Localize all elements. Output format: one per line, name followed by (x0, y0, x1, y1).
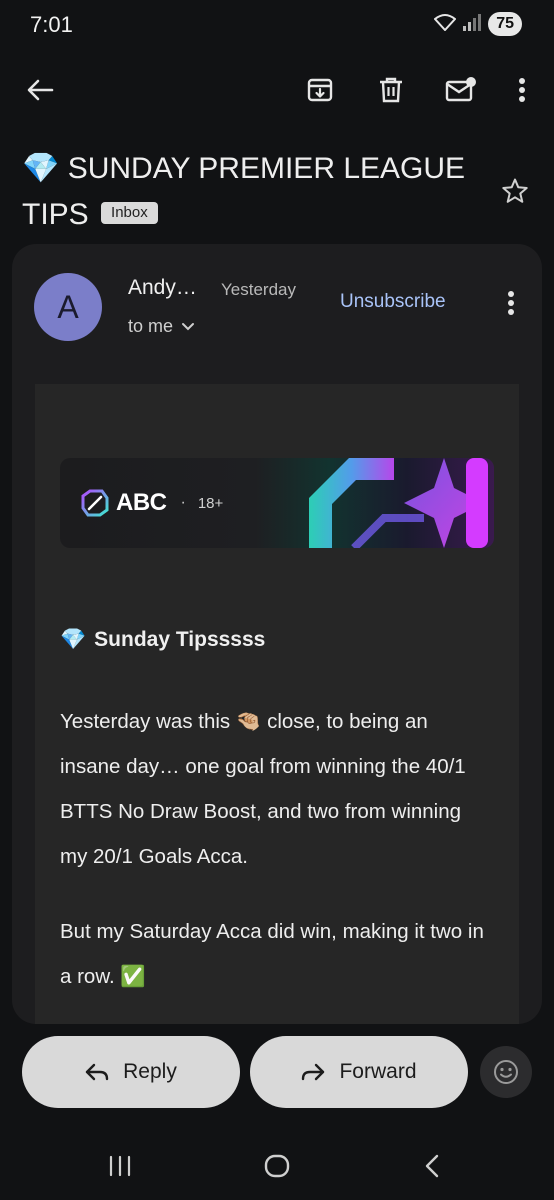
body-paragraph: But my Saturday Acca did win, making it … (60, 920, 484, 988)
forward-button[interactable]: Forward (250, 1036, 468, 1108)
banner-artwork (309, 458, 488, 548)
email-subject: 💎 SUNDAY PREMIER LEAGUE TIPS Inbox (22, 146, 472, 238)
email-screen: 7:01 75 💎 SUNDAY PREMIER LEAGUE TIPS Inb… (0, 0, 554, 1200)
more-vertical-icon[interactable] (502, 70, 542, 110)
banner-age-label: 18+ (197, 494, 224, 512)
back-icon[interactable] (20, 70, 60, 110)
status-icons: 75 (433, 12, 522, 36)
smiley-icon (494, 1060, 518, 1084)
brand-banner[interactable]: ABC · 18+ (60, 458, 494, 548)
sent-time: Yesterday (221, 280, 296, 299)
star-icon[interactable] (496, 172, 534, 210)
banner-logo: ABC · 18+ (80, 488, 223, 518)
message-more-icon[interactable] (496, 288, 526, 318)
banner-separator: · (180, 494, 186, 511)
reply-label: Reply (123, 1060, 177, 1083)
unsubscribe-link[interactable]: Unsubscribe (340, 291, 446, 313)
recipient-toggle[interactable]: to me (128, 316, 195, 337)
diamond-emoji-icon: 💎 (22, 152, 60, 185)
reply-button[interactable]: Reply (22, 1036, 240, 1108)
brand-logo-icon (81, 489, 109, 517)
inbox-label[interactable]: Inbox (101, 202, 158, 225)
banner-brand: ABC (116, 489, 167, 516)
mark-unread-icon[interactable] (441, 70, 481, 110)
archive-icon[interactable] (300, 70, 340, 110)
back-nav-icon[interactable] (412, 1150, 452, 1182)
signal-icon (462, 13, 482, 36)
emoji-reaction-button[interactable] (480, 1046, 532, 1098)
system-nav-bar (0, 1134, 554, 1200)
action-bar: Reply Forward (0, 1024, 554, 1134)
sender-name[interactable]: Andy… (128, 276, 197, 300)
diamond-emoji-icon: 💎 (60, 628, 87, 651)
recent-apps-icon[interactable] (100, 1150, 140, 1182)
email-body: ABC · 18+ 💎 Sunday Tipsssss Yesterday wa… (35, 384, 519, 1024)
status-time: 7:01 (30, 12, 73, 37)
message-card: A Andy… Yesterday to me Unsubscribe ABC … (12, 244, 542, 1024)
toolbar (0, 60, 554, 120)
body-heading: 💎 Sunday Tipsssss (60, 628, 265, 652)
sender-avatar[interactable]: A (34, 273, 102, 341)
status-bar: 7:01 75 (0, 0, 554, 52)
home-icon[interactable] (257, 1150, 297, 1182)
chevron-down-icon (182, 322, 195, 330)
wifi-icon (433, 13, 457, 36)
delete-icon[interactable] (371, 70, 411, 110)
body-paragraph: Yesterday was this 🤏🏼 close, to being an… (60, 710, 466, 868)
forward-label: Forward (339, 1060, 417, 1083)
forward-icon (302, 1063, 325, 1081)
recipient-text: to me (128, 316, 174, 336)
body-heading-text: Sunday Tipsssss (94, 628, 266, 651)
subject-text: SUNDAY PREMIER LEAGUE TIPS (22, 152, 466, 231)
reply-icon (85, 1063, 109, 1081)
battery-indicator: 75 (488, 12, 522, 36)
